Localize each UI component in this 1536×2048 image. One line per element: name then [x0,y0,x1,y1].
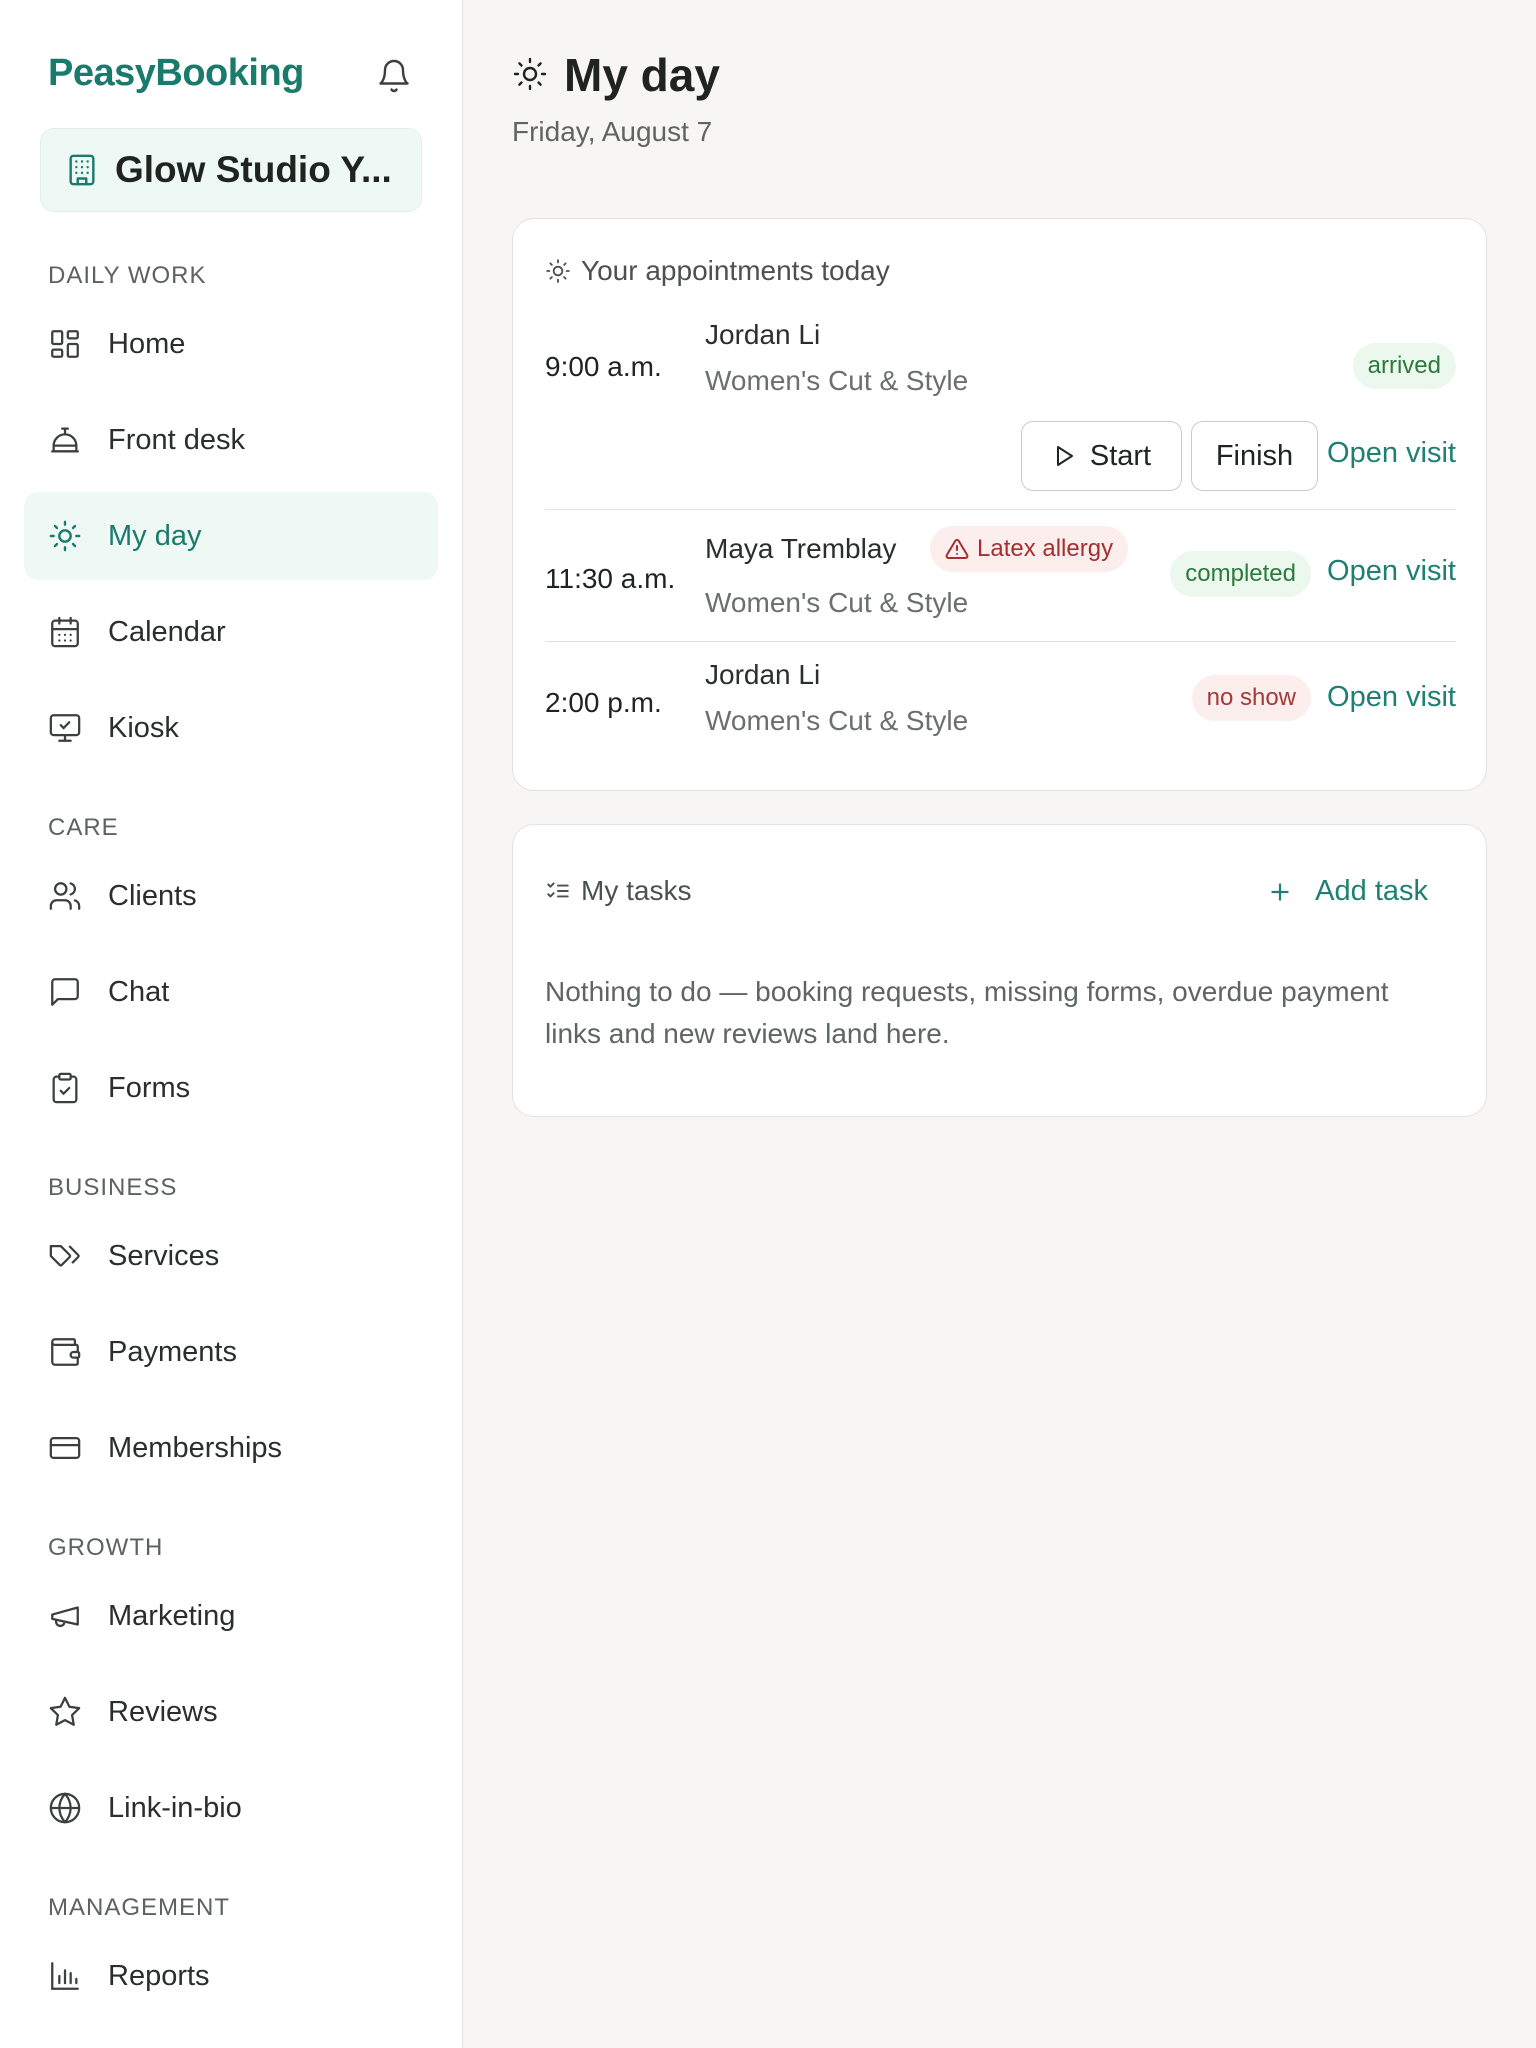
monitor-icon [49,714,81,742]
sidebar-item-label: Services [108,1239,220,1272]
sidebar-item-forms[interactable]: Forms [24,1044,438,1132]
sidebar-item-label: Memberships [108,1431,283,1464]
clipboard-check-icon [52,1072,78,1104]
add-task-button[interactable]: Add task [1267,875,1428,908]
users-icon [49,882,81,910]
bell-icon[interactable] [376,56,412,96]
sidebar-item-label: Kiosk [108,711,179,744]
sidebar-item-label: Front desk [108,423,245,456]
sidebar-item-memberships[interactable]: Memberships [24,1404,438,1492]
add-task-label: Add task [1315,875,1428,907]
sidebar-item-my-day[interactable]: My day [24,492,438,580]
appointment-row: 9:00 a.m. Jordan Li Women's Cut & Style … [545,319,1456,491]
sidebar-item-front-desk[interactable]: Front desk [24,396,438,484]
open-visit-link[interactable]: Open visit [1327,437,1456,470]
globe-icon [49,1792,81,1824]
sidebar-item-calendar[interactable]: Calendar [24,588,438,676]
tasks-card: My tasks Add task Nothing to do — bookin… [512,824,1487,1117]
bar-chart-icon [51,1962,79,1990]
sidebar-item-reviews[interactable]: Reviews [24,1668,438,1756]
appointment-time: 9:00 a.m. [545,351,662,382]
sidebar-item-services[interactable]: Services [24,1212,438,1300]
sidebar-item-label: Forms [108,1071,191,1104]
open-visit-link[interactable]: Open visit [1327,681,1456,714]
page-date: Friday, August 7 [512,116,713,147]
appointment-row: 11:30 a.m. Maya Tremblay Latex allergy W… [545,526,1456,639]
dashboard-icon [51,330,79,358]
sidebar-item-clients[interactable]: Clients [24,852,438,940]
tasks-heading: My tasks [545,875,691,907]
sun-icon [513,57,547,91]
client-name[interactable]: Jordan Li [705,319,820,351]
sidebar-item-reports[interactable]: Reports [24,1932,438,2020]
megaphone-icon [51,1606,79,1628]
brand-logo[interactable]: PeasyBooking [48,52,304,95]
divider [545,641,1456,642]
sidebar-item-payments[interactable]: Payments [24,1308,438,1396]
sidebar-item-label: Clients [108,879,197,912]
client-name[interactable]: Maya Tremblay [705,533,896,565]
appointments-heading-text: Your appointments today [581,255,890,286]
sidebar: PeasyBooking Glow Studio Y... DAILY WORK… [0,0,463,2048]
calendar-icon [51,616,79,648]
chat-bubble-icon [51,978,79,1006]
studio-name: Glow Studio Y... [115,149,392,190]
building-icon [69,154,95,186]
open-visit-link[interactable]: Open visit [1327,555,1456,588]
sidebar-item-label: My day [108,519,202,552]
section-management: MANAGEMENT [48,1894,231,1921]
sun-icon [546,259,570,283]
studio-switcher[interactable]: Glow Studio Y... [40,128,422,212]
sidebar-item-label: Link-in-bio [108,1791,242,1824]
sidebar-item-chat[interactable]: Chat [24,948,438,1036]
sidebar-item-label: Home [108,327,186,360]
status-badge: no show [1191,675,1311,721]
start-button-label: Start [1089,439,1152,472]
start-button[interactable]: Start [1021,421,1182,491]
service-name: Women's Cut & Style [705,365,969,396]
credit-card-icon [49,1436,81,1460]
plus-icon [1271,882,1289,901]
appointment-time: 11:30 a.m. [545,563,676,594]
finish-button-label: Finish [1215,439,1294,472]
service-name: Women's Cut & Style [705,705,969,736]
service-name: Women's Cut & Style [705,587,969,618]
section-business: BUSINESS [48,1174,178,1201]
sidebar-item-label: Calendar [108,615,226,648]
section-care: CARE [48,814,119,841]
sidebar-item-marketing[interactable]: Marketing [24,1572,438,1660]
allergy-text: Latex allergy [977,535,1114,562]
page-title: My day [564,49,720,101]
sidebar-item-label: Reports [108,1959,210,1992]
sidebar-item-kiosk[interactable]: Kiosk [24,684,438,772]
sidebar-item-label: Reviews [108,1695,218,1728]
sidebar-item-link-in-bio[interactable]: Link-in-bio [24,1764,438,1852]
play-icon [1056,446,1073,466]
sidebar-item-home[interactable]: Home [24,300,438,388]
client-name[interactable]: Jordan Li [705,659,820,691]
tasks-empty-state: Nothing to do — booking requests, missin… [545,976,1389,1049]
status-badge: arrived [1352,343,1456,389]
sun-icon [49,520,81,552]
wallet-icon [51,1338,81,1366]
warning-triangle-icon [945,538,969,559]
appointment-row: 2:00 p.m. Jordan Li Women's Cut & Style … [545,659,1456,769]
concierge-bell-icon [51,427,79,453]
appointments-card: Your appointments today 9:00 a.m. Jordan… [512,218,1487,791]
sidebar-item-label: Marketing [108,1599,236,1632]
divider [545,509,1456,510]
section-growth: GROWTH [48,1534,164,1561]
status-badge: completed [1170,551,1311,597]
sidebar-item-label: Chat [108,975,170,1008]
appointment-time: 2:00 p.m. [545,687,662,718]
checklist-icon [547,882,569,898]
finish-button[interactable]: Finish [1191,421,1318,491]
allergy-alert-badge: Latex allergy [930,526,1129,572]
section-daily-work: DAILY WORK [48,262,207,289]
appointments-heading: Your appointments today [545,255,890,287]
star-icon [49,1696,81,1726]
tags-icon [49,1244,80,1267]
sidebar-item-label: Payments [108,1335,237,1368]
tasks-heading-text: My tasks [581,875,692,906]
